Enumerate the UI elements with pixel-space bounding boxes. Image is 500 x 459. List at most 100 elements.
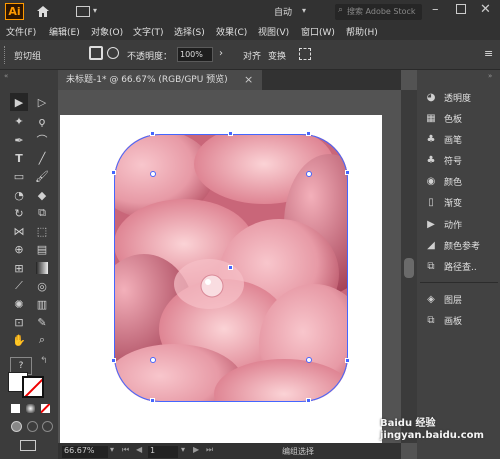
pen-tool-icon[interactable]: ✒ <box>10 131 28 149</box>
eraser-icon[interactable]: ◆ <box>33 186 51 204</box>
menu-help[interactable]: 帮助(H) <box>346 25 378 38</box>
selection-handle[interactable] <box>306 131 311 136</box>
shaper-icon[interactable]: ◔ <box>10 186 28 204</box>
last-artboard-icon[interactable]: ⏭ <box>206 445 213 455</box>
isolate-icon[interactable] <box>299 48 311 60</box>
recolor-icon[interactable] <box>89 46 103 60</box>
selection-handle[interactable] <box>306 398 311 403</box>
corner-radius-widget[interactable] <box>150 171 156 177</box>
menu-select[interactable]: 选择(S) <box>174 25 205 38</box>
selection-handle[interactable] <box>345 170 350 175</box>
panel-artboards[interactable]: ⧉ 画板 <box>424 311 500 329</box>
menu-file[interactable]: 文件(F) <box>6 25 36 38</box>
line-tool-icon[interactable]: ╱ <box>33 149 51 167</box>
type-tool-icon[interactable]: T <box>10 149 28 167</box>
center-point[interactable] <box>228 265 233 270</box>
direct-selection-tool-icon[interactable]: ▷ <box>33 93 51 111</box>
hand-tool-icon[interactable]: ✋ <box>10 331 28 349</box>
chevron-down-icon[interactable]: ▾ <box>110 445 114 454</box>
rotate-icon[interactable]: ↻ <box>10 204 28 222</box>
selection-handle[interactable] <box>150 398 155 403</box>
align-button[interactable]: 对齐 <box>243 49 261 62</box>
corner-radius-widget[interactable] <box>306 357 312 363</box>
first-artboard-icon[interactable]: ⏮ <box>122 445 129 455</box>
menu-view[interactable]: 视图(V) <box>258 25 289 38</box>
gradient-icon[interactable] <box>33 259 51 277</box>
menu-effect[interactable]: 效果(C) <box>216 25 247 38</box>
selection-handle[interactable] <box>228 131 233 136</box>
mesh-icon[interactable]: ⊞ <box>10 259 28 277</box>
slice-icon[interactable]: ✎ <box>33 313 51 331</box>
panel-color-guide[interactable]: ◢ 颜色参考 <box>424 236 500 254</box>
document-tab[interactable]: 未标题-1* @ 66.67% (RGB/GPU 预览) <box>58 70 262 90</box>
selection-handle[interactable] <box>111 170 116 175</box>
collapse-icon[interactable]: « <box>4 72 8 80</box>
draw-inside-icon[interactable] <box>42 421 53 432</box>
chevron-down-icon[interactable]: ▾ <box>93 6 97 15</box>
menu-window[interactable]: 窗口(W) <box>301 25 335 38</box>
workspace-switcher[interactable]: 自动 <box>274 5 292 18</box>
menu-object[interactable]: 对象(O) <box>91 25 123 38</box>
opacity-field[interactable]: 100% <box>177 47 213 62</box>
panel-pathfinder[interactable]: ⧉ 路径查.. <box>424 257 500 275</box>
lasso-icon[interactable]: ϙ <box>33 112 51 130</box>
home-icon[interactable] <box>36 5 50 18</box>
page-field[interactable]: 1 <box>148 446 178 458</box>
chevron-down-icon[interactable]: ▾ <box>181 445 185 454</box>
panel-brushes[interactable]: ♣ 画笔 <box>424 130 500 148</box>
panel-swatches[interactable]: ▦ 色板 <box>424 109 500 127</box>
maximize-button[interactable] <box>456 4 466 14</box>
menu-type[interactable]: 文字(T) <box>133 25 164 38</box>
panel-layers[interactable]: ◈ 图层 <box>424 290 500 308</box>
selection-tool-icon[interactable]: ▶ <box>10 93 28 111</box>
shape-builder-icon[interactable]: ⊕ <box>10 240 28 258</box>
scale-icon[interactable]: ⧉ <box>33 204 51 222</box>
transform-button[interactable]: 变换 <box>268 49 286 62</box>
color-mode-icon[interactable] <box>11 404 20 413</box>
zoom-tool-icon[interactable]: ⌕ <box>33 331 51 349</box>
selection-handle[interactable] <box>111 358 116 363</box>
draw-behind-icon[interactable] <box>27 421 38 432</box>
blend-icon[interactable]: ◎ <box>33 277 51 295</box>
none-mode-icon[interactable] <box>41 404 50 413</box>
column-graph-icon[interactable]: ▥ <box>33 295 51 313</box>
panel-actions[interactable]: ▶ 动作 <box>424 215 500 233</box>
panel-color[interactable]: ◉ 颜色 <box>424 172 500 190</box>
paintbrush-icon[interactable]: 🖌 <box>33 167 51 185</box>
panel-gradient[interactable]: ▯ 渐变 <box>424 193 500 211</box>
panel-transparency[interactable]: ◕ 透明度 <box>424 88 500 106</box>
corner-radius-widget[interactable] <box>306 171 312 177</box>
close-tab-icon[interactable]: × <box>244 73 253 86</box>
stroke-color-swatch[interactable] <box>22 376 44 398</box>
symbol-sprayer-icon[interactable]: ✺ <box>10 295 28 313</box>
selection-handle[interactable] <box>345 358 350 363</box>
search-input[interactable]: 搜索 Adobe Stock <box>335 4 422 20</box>
zoom-field[interactable]: 66.67% <box>62 446 108 458</box>
screen-mode-icon[interactable] <box>20 440 36 451</box>
collapse-icon[interactable]: » <box>488 72 492 80</box>
menu-edit[interactable]: 编辑(E) <box>49 25 80 38</box>
gradient-mode-icon[interactable] <box>26 404 35 413</box>
swap-colors-icon[interactable]: ↰ <box>40 356 48 366</box>
next-artboard-icon[interactable]: ▶ <box>193 445 199 454</box>
corner-radius-widget[interactable] <box>150 357 156 363</box>
layout-icon[interactable] <box>76 6 90 17</box>
target-icon[interactable] <box>107 47 119 59</box>
chevron-right-icon[interactable]: › <box>219 48 223 59</box>
prev-artboard-icon[interactable]: ◀ <box>136 445 142 454</box>
magic-wand-icon[interactable]: ✦ <box>10 112 28 130</box>
menu-icon[interactable]: ≡ <box>484 47 493 60</box>
scrollbar-thumb[interactable] <box>404 258 414 278</box>
draw-mode-icon[interactable] <box>11 421 22 432</box>
panel-symbols[interactable]: ♣ 符号 <box>424 151 500 169</box>
rectangle-tool-icon[interactable]: ▭ <box>10 167 28 185</box>
artboard-tool-icon[interactable]: ⊡ <box>10 313 28 331</box>
eyedropper-icon[interactable]: ⟋ <box>10 277 28 295</box>
width-icon[interactable]: ⋈ <box>10 222 28 240</box>
perspective-grid-icon[interactable]: ▤ <box>33 240 51 258</box>
free-transform-icon[interactable]: ⬚ <box>33 222 51 240</box>
close-button[interactable]: ✕ <box>480 2 491 17</box>
curvature-icon[interactable]: ⌒ <box>33 131 51 149</box>
selection-handle[interactable] <box>150 131 155 136</box>
chevron-down-icon[interactable]: ▾ <box>302 6 306 15</box>
